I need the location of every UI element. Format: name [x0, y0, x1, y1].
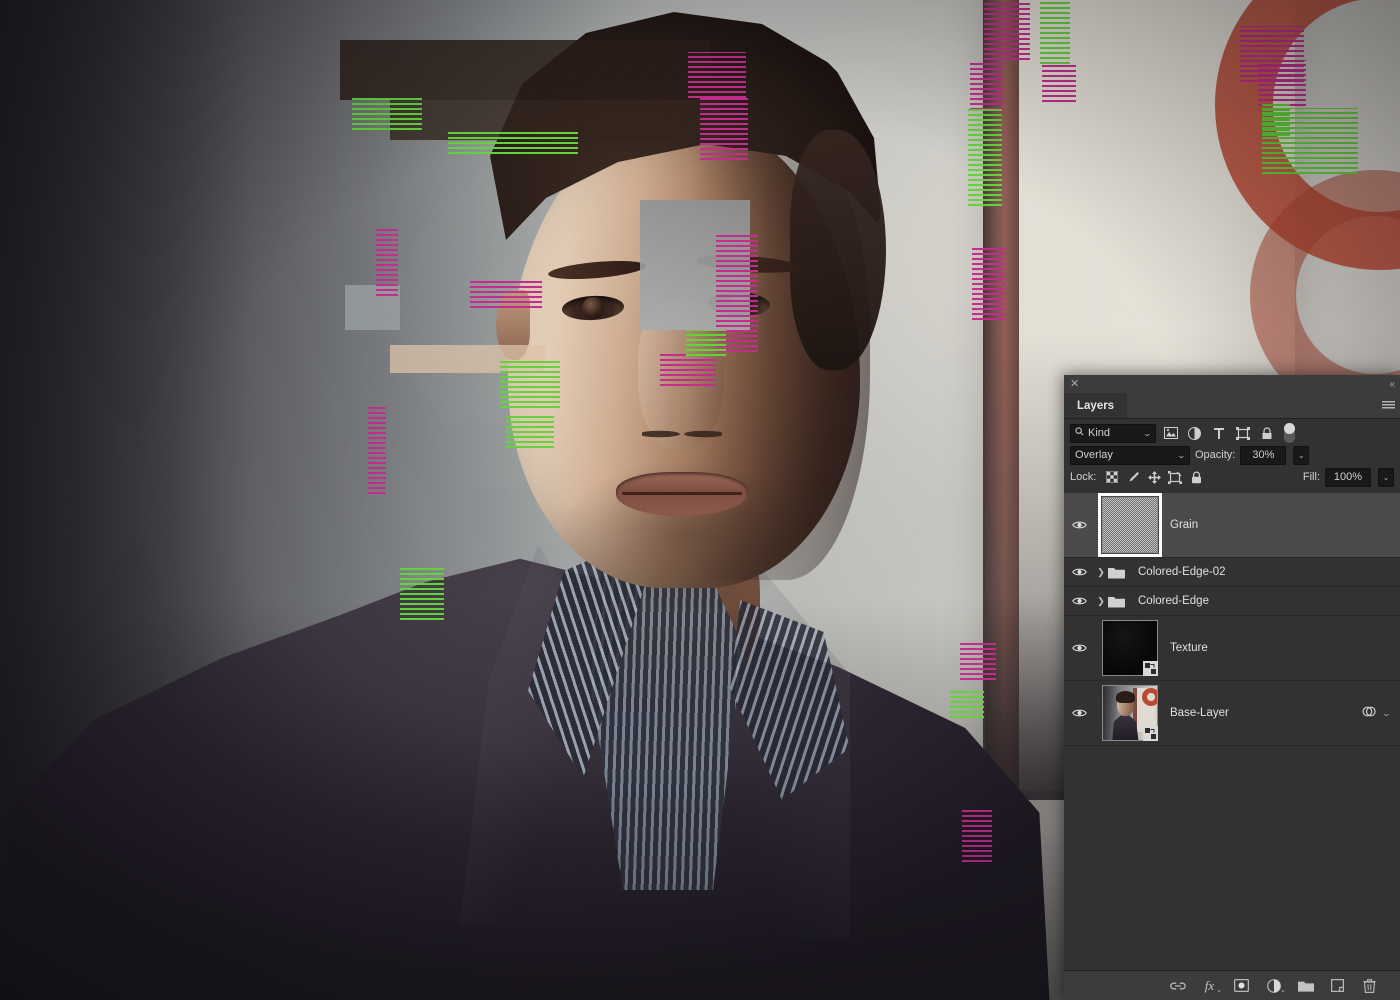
- table-row[interactable]: Base-Layer ⌄: [1064, 681, 1400, 746]
- table-row[interactable]: ❯ Colored-Edge-02: [1064, 558, 1400, 587]
- fill-slider-chevron-icon[interactable]: ⌄: [1378, 467, 1394, 487]
- pupil-left: [582, 297, 604, 319]
- blend-mode-dropdown[interactable]: Overlay ⌄: [1070, 445, 1190, 465]
- filter-toggle-switch[interactable]: [1284, 423, 1295, 443]
- close-icon[interactable]: ✕: [1070, 378, 1079, 390]
- layer-thumbnail-cell[interactable]: [1094, 493, 1166, 557]
- kind-filter-label: Kind: [1088, 427, 1111, 439]
- pupil-right: [730, 293, 752, 315]
- lock-icon-group: [1105, 470, 1203, 484]
- panel-title-bar: ✕ «: [1064, 375, 1400, 393]
- opacity-label: Opacity:: [1195, 449, 1236, 461]
- layer-visibility-toggle[interactable]: [1064, 643, 1094, 653]
- layer-name[interactable]: Texture: [1166, 642, 1390, 654]
- group-folder-icon: [1108, 595, 1134, 608]
- layer-visibility-toggle[interactable]: [1064, 596, 1094, 606]
- hamburger-menu-icon[interactable]: [1376, 393, 1400, 418]
- fill-label: Fill:: [1302, 471, 1320, 483]
- layer-name[interactable]: Colored-Edge-02: [1134, 566, 1390, 578]
- smart-object-filter-icon[interactable]: [1257, 424, 1276, 443]
- layer-effects-icon[interactable]: [1362, 705, 1377, 721]
- layer-visibility-toggle[interactable]: [1064, 567, 1094, 577]
- chevron-down-icon[interactable]: ⌄: [1382, 709, 1391, 718]
- smart-object-badge-icon: [1143, 726, 1158, 741]
- table-row[interactable]: Texture: [1064, 616, 1400, 681]
- panel-tab-row: Layers: [1064, 393, 1400, 419]
- grain-noise-thumbnail: [1103, 498, 1157, 552]
- delete-layer-icon[interactable]: [1361, 977, 1378, 994]
- layer-styles-fx-icon[interactable]: fx ⌄: [1201, 977, 1222, 995]
- hair-side: [790, 130, 886, 370]
- table-row[interactable]: ❯ Colored-Edge: [1064, 587, 1400, 616]
- ear-left: [496, 290, 530, 360]
- tab-layers-label: Layers: [1077, 399, 1115, 412]
- group-expand-arrow-icon[interactable]: ❯: [1094, 567, 1108, 578]
- layer-name[interactable]: Base-Layer: [1166, 707, 1362, 719]
- type-layer-filter-icon[interactable]: [1209, 424, 1228, 443]
- link-layers-icon[interactable]: [1169, 977, 1186, 994]
- chevron-down-icon: ⌄: [1176, 450, 1187, 460]
- layer-thumbnail[interactable]: [1098, 493, 1162, 557]
- fill-input[interactable]: 100%: [1325, 467, 1371, 487]
- layer-thumbnail-cell[interactable]: [1094, 620, 1166, 676]
- lock-image-pixels-icon[interactable]: [1126, 470, 1140, 484]
- group-expand-arrow-icon[interactable]: ❯: [1094, 596, 1108, 607]
- screenshot-stage: ✕ « Layers Kind ⌄ Overlay ⌄ Opacity: 30%…: [0, 0, 1400, 1000]
- layer-visibility-toggle[interactable]: [1064, 520, 1094, 530]
- collapse-panel-icon[interactable]: «: [1389, 379, 1394, 390]
- lock-artboard-nesting-icon[interactable]: [1168, 470, 1183, 484]
- group-folder-icon: [1108, 566, 1134, 579]
- fill-value: 100%: [1333, 471, 1363, 483]
- lock-fill-row: Lock: Fill: 100% ⌄: [1070, 466, 1394, 488]
- tab-layers[interactable]: Layers: [1064, 393, 1128, 418]
- table-row[interactable]: Grain: [1064, 493, 1400, 558]
- search-icon: [1075, 427, 1084, 439]
- opacity-value: 30%: [1252, 449, 1275, 461]
- layer-thumbnail[interactable]: [1102, 620, 1158, 676]
- new-adjustment-layer-icon[interactable]: ⌄: [1265, 977, 1286, 994]
- blend-opacity-row: Overlay ⌄ Opacity: 30% ⌄: [1070, 444, 1394, 466]
- opacity-slider-chevron-icon[interactable]: ⌄: [1293, 445, 1310, 465]
- new-group-icon[interactable]: [1297, 977, 1314, 994]
- layer-name[interactable]: Grain: [1166, 519, 1390, 531]
- tab-spacer: [1127, 393, 1376, 418]
- layers-panel[interactable]: ✕ « Layers Kind ⌄ Overlay ⌄ Opacity: 30%…: [1064, 375, 1400, 1000]
- layer-thumbnail[interactable]: [1102, 685, 1158, 741]
- fx-label: fx: [1204, 977, 1215, 993]
- layer-row-right: ⌄: [1362, 705, 1400, 721]
- new-layer-icon[interactable]: [1329, 977, 1346, 994]
- lock-position-icon[interactable]: [1147, 470, 1161, 484]
- lock-label: Lock:: [1070, 471, 1097, 483]
- chevron-down-icon: ⌄: [1142, 428, 1153, 438]
- adjustment-layer-filter-icon[interactable]: [1185, 424, 1204, 443]
- blend-mode-value: Overlay: [1075, 449, 1113, 461]
- layer-visibility-toggle[interactable]: [1064, 708, 1094, 718]
- smart-object-badge-icon: [1143, 661, 1158, 676]
- shape-layer-filter-icon[interactable]: [1233, 424, 1252, 443]
- mouth-line: [622, 492, 742, 495]
- lock-transparent-pixels-icon[interactable]: [1105, 470, 1119, 484]
- layer-list[interactable]: Grain ❯ Colored-Edge-02 ❯ Colored-Edge T…: [1064, 493, 1400, 970]
- layer-thumbnail-cell[interactable]: [1094, 685, 1166, 741]
- layer-name[interactable]: Colored-Edge: [1134, 595, 1390, 607]
- opacity-input[interactable]: 30%: [1240, 445, 1287, 465]
- pixel-layer-filter-icon[interactable]: [1161, 424, 1180, 443]
- portrait-subject: [0, 0, 1050, 1000]
- panel-controls: Kind ⌄ Overlay ⌄ Opacity: 30% ⌄ Lock: Fi…: [1064, 419, 1400, 493]
- filter-row: Kind ⌄: [1070, 422, 1394, 444]
- lock-all-icon[interactable]: [1189, 470, 1203, 484]
- kind-filter-dropdown[interactable]: Kind ⌄: [1070, 423, 1156, 443]
- panel-bottom-toolbar: fx ⌄ ⌄: [1064, 970, 1400, 1000]
- add-layer-mask-icon[interactable]: [1233, 977, 1250, 994]
